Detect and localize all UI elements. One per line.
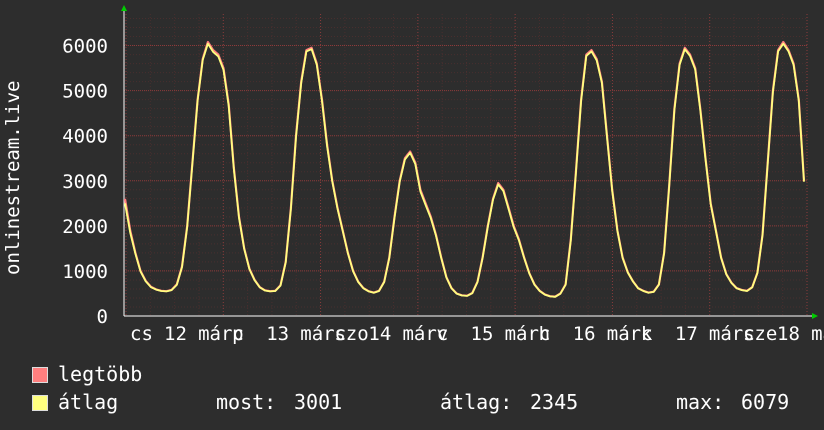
x-tick-label: 16 bbox=[573, 323, 596, 345]
series-line-0 bbox=[123, 40, 806, 298]
y-tick-label: 1000 bbox=[62, 261, 108, 283]
line-chart: 0100020003000400050006000cs 12 márcp 13 márc… bbox=[2, 5, 824, 345]
x-tick-label: cs bbox=[130, 323, 153, 345]
x-axis-arrow bbox=[812, 313, 818, 319]
x-tick-label: p bbox=[232, 323, 243, 345]
y-tick-label: 6000 bbox=[62, 36, 108, 58]
stat-avg-value: 2345 bbox=[530, 390, 579, 414]
x-tick-label: 12 bbox=[164, 323, 187, 345]
stat-avg-label: átlag: bbox=[440, 390, 513, 414]
x-tick-label: 13 bbox=[266, 323, 289, 345]
x-tick-label: szo bbox=[334, 323, 368, 345]
x-tick-label: sze bbox=[743, 323, 777, 345]
y-tick-label: 3000 bbox=[62, 171, 108, 193]
y-tick-label: 4000 bbox=[62, 126, 108, 148]
y-tick-label: 5000 bbox=[62, 81, 108, 103]
x-tick-label: 15 bbox=[471, 323, 494, 345]
stat-max-value: 6079 bbox=[741, 390, 790, 414]
stat-max-label: max: bbox=[676, 390, 725, 414]
x-tick-label: v bbox=[436, 323, 447, 345]
x-tick-label: 14 bbox=[368, 323, 391, 345]
x-tick-label: 18 bbox=[777, 323, 800, 345]
chart-root: 0 1000 2000 3000 4000 5000 6000 cs 12 márc p 13 márc… bbox=[0, 0, 824, 430]
y-axis-arrow bbox=[121, 5, 127, 11]
legend-label-max: legtöbb bbox=[58, 362, 143, 386]
x-tick-label: k bbox=[641, 323, 653, 345]
y-tick-label: 0 bbox=[97, 306, 108, 328]
x-tick-label: márc bbox=[811, 323, 824, 345]
stat-now-value: 3001 bbox=[294, 390, 343, 414]
legend-label-avg: átlag bbox=[58, 390, 119, 414]
y-axis-title: onlinestream.live bbox=[2, 81, 24, 275]
x-tick-label: 17 bbox=[675, 323, 698, 345]
x-tick-label: h bbox=[539, 323, 550, 345]
legend-swatch-avg bbox=[32, 395, 48, 411]
y-tick-label: 2000 bbox=[62, 216, 108, 238]
legend-swatch-max bbox=[32, 367, 48, 383]
stat-now-label: most: bbox=[216, 390, 277, 414]
